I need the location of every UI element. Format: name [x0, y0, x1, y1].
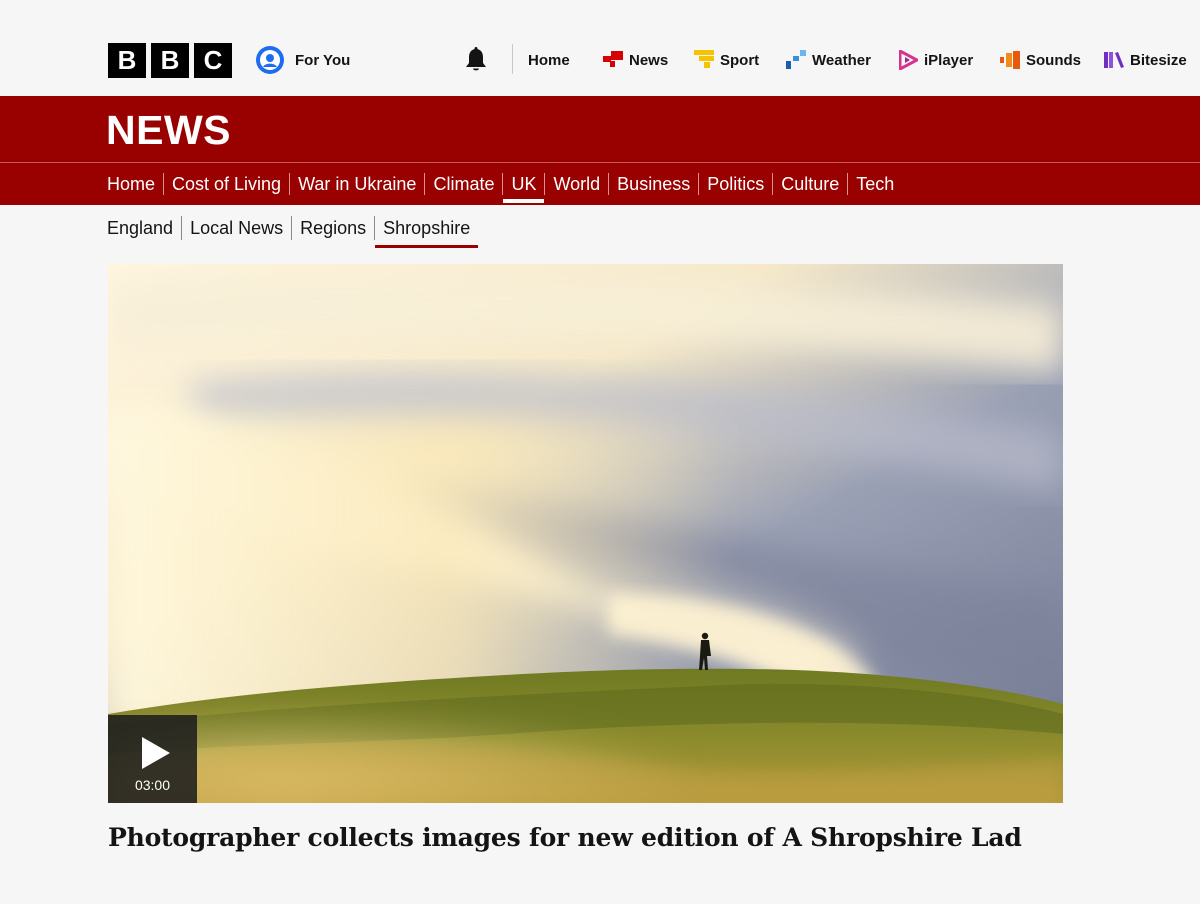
- bbc-logo[interactable]: B B C: [108, 43, 232, 78]
- section-nav-separator: [502, 173, 504, 195]
- account-icon: [256, 46, 284, 74]
- top-nav-sounds[interactable]: Sounds: [1000, 48, 1081, 72]
- sub-nav-regions[interactable]: Regions: [300, 212, 366, 244]
- section-nav-home[interactable]: Home: [107, 163, 155, 205]
- top-nav-label: iPlayer: [924, 51, 974, 69]
- sub-nav-separator: [181, 216, 183, 240]
- notifications-bell-icon[interactable]: [464, 47, 488, 73]
- section-nav-separator: [698, 173, 700, 195]
- hero-video[interactable]: [108, 264, 1063, 803]
- section-nav-separator: [772, 173, 774, 195]
- bitesize-icon: [1104, 52, 1124, 68]
- section-nav-separator: [289, 173, 291, 195]
- top-nav-weather[interactable]: Weather: [786, 48, 871, 72]
- top-nav-label: Home: [528, 51, 570, 69]
- section-nav-tech[interactable]: Tech: [856, 163, 894, 205]
- sub-nav-local-news[interactable]: Local News: [190, 212, 283, 244]
- news-icon: [603, 51, 623, 67]
- top-nav-label: News: [629, 51, 669, 69]
- sounds-icon: [1000, 51, 1020, 69]
- top-nav-label: Weather: [812, 51, 871, 69]
- section-nav: Home Cost of Living War in Ukraine Clima…: [0, 163, 1200, 205]
- section-nav-climate[interactable]: Climate: [433, 163, 494, 205]
- news-wordmark[interactable]: NEWS: [106, 107, 231, 154]
- section-nav-separator: [544, 173, 546, 195]
- bbc-logo-letter: B: [151, 43, 189, 78]
- top-nav-news[interactable]: News: [603, 48, 668, 72]
- top-nav-label: Sport: [720, 51, 760, 69]
- sub-nav-separator: [374, 216, 376, 240]
- for-you-button[interactable]: For You: [255, 45, 350, 75]
- weather-icon: [786, 50, 806, 69]
- for-you-label: For You: [295, 51, 351, 69]
- section-nav-separator: [847, 173, 849, 195]
- top-nav-home[interactable]: Home: [528, 48, 570, 72]
- top-nav-sport[interactable]: Sport: [694, 48, 759, 72]
- top-nav-label: Sounds: [1026, 51, 1081, 69]
- section-nav-business[interactable]: Business: [617, 163, 690, 205]
- masthead-divider: [512, 44, 513, 74]
- sub-nav-england[interactable]: England: [107, 212, 173, 244]
- hero-image: [108, 264, 1063, 803]
- video-duration: 03:00: [134, 777, 171, 793]
- sub-nav-separator: [291, 216, 293, 240]
- section-nav-culture[interactable]: Culture: [781, 163, 839, 205]
- section-nav-uk[interactable]: UK: [503, 163, 545, 205]
- top-nav-label: Bitesize: [1130, 51, 1187, 69]
- sub-nav-shropshire[interactable]: Shropshire: [375, 212, 479, 248]
- section-nav-list: Home Cost of Living War in Ukraine Clima…: [107, 163, 894, 205]
- section-nav-separator: [608, 173, 610, 195]
- play-icon: [142, 737, 170, 769]
- section-nav-cost-of-living[interactable]: Cost of Living: [172, 163, 281, 205]
- play-button[interactable]: 03:00: [108, 715, 197, 803]
- bbc-logo-letter: C: [194, 43, 232, 78]
- section-nav-separator: [424, 173, 426, 195]
- section-nav-war-in-ukraine[interactable]: War in Ukraine: [298, 163, 416, 205]
- section-nav-politics[interactable]: Politics: [707, 163, 764, 205]
- section-nav-separator: [163, 173, 165, 195]
- sport-icon: [694, 50, 714, 68]
- top-nav-iplayer[interactable]: iPlayer: [899, 48, 973, 72]
- top-nav-bitesize[interactable]: Bitesize: [1104, 48, 1187, 72]
- masthead: B B C For You Home News Sport Weather iP…: [0, 0, 1200, 96]
- sub-nav: England Local News Regions Shropshire: [107, 212, 479, 248]
- article-headline[interactable]: Photographer collects images for new edi…: [108, 823, 1022, 852]
- bbc-logo-letter: B: [108, 43, 146, 78]
- section-nav-world[interactable]: World: [553, 163, 600, 205]
- iplayer-icon: [899, 50, 918, 70]
